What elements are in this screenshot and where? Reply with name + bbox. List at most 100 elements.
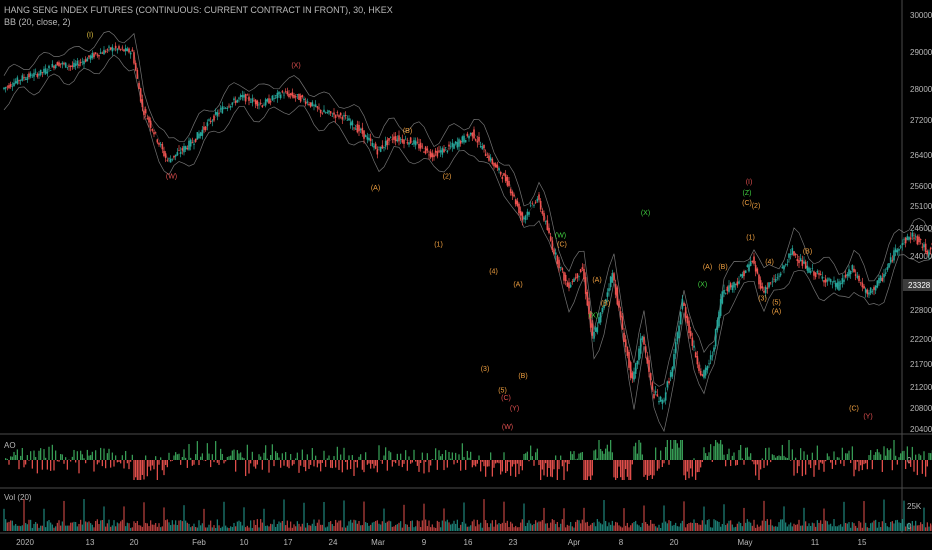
candle-body bbox=[653, 393, 655, 399]
candle-body bbox=[706, 366, 709, 371]
volume-bar bbox=[663, 505, 665, 531]
volume-bar bbox=[760, 525, 762, 531]
ao-bar bbox=[573, 451, 575, 460]
ao-bar bbox=[608, 451, 610, 460]
candle-body bbox=[759, 280, 762, 289]
candle-body bbox=[121, 47, 124, 49]
candle-body bbox=[851, 265, 854, 270]
wave-label: (W) bbox=[166, 173, 177, 180]
volume-bar bbox=[240, 521, 242, 531]
bb-indicator-label[interactable]: BB (20, close, 2) bbox=[4, 17, 71, 27]
ao-bar bbox=[60, 454, 62, 460]
volume-bar bbox=[890, 521, 892, 531]
candle-body bbox=[118, 46, 120, 49]
candle-body bbox=[669, 372, 672, 378]
ao-bar bbox=[73, 449, 75, 460]
candle-body bbox=[106, 49, 109, 51]
volume-bar bbox=[261, 522, 263, 531]
wave-label: (B) bbox=[518, 373, 527, 380]
ao-bar bbox=[551, 460, 553, 478]
volume-bar bbox=[786, 526, 788, 531]
volume-bar bbox=[173, 524, 175, 531]
ao-bar bbox=[283, 460, 285, 466]
candle-body bbox=[431, 153, 434, 158]
ao-bar bbox=[753, 460, 755, 465]
candle-body bbox=[596, 327, 599, 333]
candle-body bbox=[631, 372, 634, 379]
ao-bar bbox=[468, 457, 470, 460]
ao-bar bbox=[915, 454, 917, 460]
volume-bar bbox=[135, 522, 137, 531]
ao-bar bbox=[628, 460, 630, 480]
candle-body bbox=[304, 101, 307, 105]
candle-body bbox=[689, 331, 692, 337]
candle-body bbox=[774, 278, 777, 282]
ao-bar bbox=[678, 447, 680, 460]
ao-bar bbox=[741, 458, 743, 460]
ao-bar bbox=[105, 460, 107, 469]
volume-bar bbox=[461, 521, 463, 531]
volume-bar bbox=[95, 520, 97, 531]
volume-bar bbox=[688, 523, 690, 531]
volume-bar bbox=[655, 526, 657, 531]
ao-bar bbox=[21, 447, 23, 460]
ao-bar bbox=[241, 457, 243, 460]
candle-body bbox=[154, 132, 157, 133]
candle-body bbox=[231, 102, 234, 105]
ao-bar bbox=[110, 460, 112, 468]
volume-bar bbox=[718, 521, 720, 531]
ao-bar bbox=[53, 460, 55, 471]
candle-body bbox=[923, 244, 925, 248]
candle-body bbox=[68, 65, 70, 67]
volume-bar bbox=[185, 520, 187, 531]
volume-bar bbox=[818, 522, 820, 531]
ao-bar bbox=[543, 460, 545, 476]
volume-bar bbox=[608, 522, 610, 531]
candle-body bbox=[838, 281, 840, 291]
ao-bar bbox=[553, 460, 555, 470]
candle-body bbox=[881, 277, 884, 282]
ao-bar bbox=[213, 460, 215, 463]
candle-body bbox=[893, 250, 895, 261]
volume-bar bbox=[920, 522, 922, 531]
candle-body bbox=[236, 99, 239, 103]
ao-bar bbox=[305, 460, 307, 472]
candle-body bbox=[143, 110, 145, 116]
candle-body bbox=[318, 107, 320, 109]
ao-bar bbox=[386, 460, 388, 471]
ao-bar bbox=[893, 440, 895, 460]
volume-bar bbox=[333, 525, 335, 531]
ao-bar bbox=[713, 446, 715, 460]
volume-bar bbox=[908, 522, 910, 531]
volume-bar bbox=[921, 524, 923, 531]
candle-body bbox=[694, 352, 697, 358]
candle-body bbox=[14, 81, 17, 84]
ao-bar bbox=[306, 454, 308, 460]
candle-body bbox=[861, 282, 864, 288]
volume-bar bbox=[26, 524, 28, 531]
ao-bar bbox=[6, 458, 8, 460]
ao-bar bbox=[890, 448, 892, 460]
candle-body bbox=[806, 265, 809, 271]
ao-bar bbox=[416, 460, 418, 466]
wave-label: (W) bbox=[502, 424, 513, 431]
candle-body bbox=[91, 52, 94, 58]
ao-bar bbox=[578, 453, 580, 460]
ao-bar bbox=[835, 460, 837, 465]
candle-body bbox=[203, 126, 205, 130]
ao-bar bbox=[481, 460, 483, 462]
ao-bar bbox=[256, 460, 258, 465]
volume-bar bbox=[170, 525, 172, 531]
candle-body bbox=[103, 49, 105, 55]
candle-body bbox=[268, 98, 270, 104]
candle-body bbox=[849, 270, 852, 275]
wave-label: (I) bbox=[87, 32, 94, 39]
chart-canvas[interactable]: 3000029000280002720026400256002510024600… bbox=[0, 0, 932, 550]
candle-body bbox=[594, 327, 597, 332]
ao-bar bbox=[453, 460, 455, 465]
candle-body bbox=[96, 54, 99, 56]
ao-bar bbox=[195, 454, 197, 460]
candle-body bbox=[856, 275, 859, 278]
volume-bar bbox=[665, 521, 667, 531]
volume-bar bbox=[250, 520, 252, 531]
